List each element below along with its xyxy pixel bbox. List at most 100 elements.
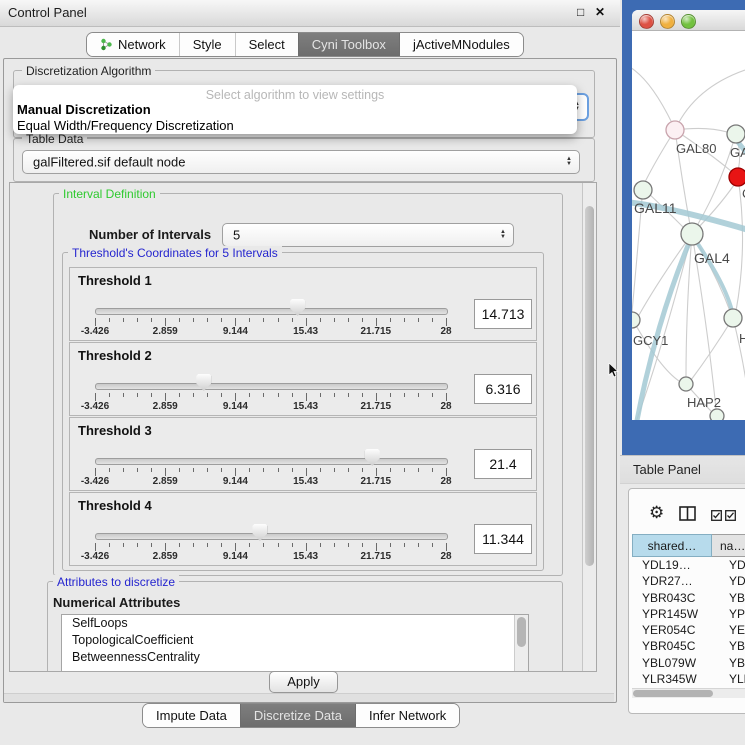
- tick-label: 2.859: [153, 401, 178, 412]
- attributes-group: Attributes to discretize Numerical Attri…: [47, 581, 563, 672]
- tick-mark: [446, 393, 447, 401]
- tick-mark: [292, 468, 293, 472]
- tick-mark: [165, 318, 166, 326]
- tick-mark: [292, 543, 293, 547]
- split-view-icon[interactable]: [679, 506, 696, 521]
- table-row[interactable]: YBR045CYBR045C: [632, 638, 745, 654]
- num-intervals-label: Number of Intervals: [89, 227, 211, 242]
- table-row[interactable]: YDR27…YDR27…: [632, 573, 745, 589]
- checkbox-icon[interactable]: [725, 510, 736, 521]
- column-header-shared-name[interactable]: shared…: [632, 534, 712, 557]
- table-row[interactable]: YDL19…YDL19…: [632, 557, 745, 573]
- table-row[interactable]: YPR145WYPR145W: [632, 606, 745, 622]
- num-intervals-combobox[interactable]: 5 ▲▼: [222, 223, 514, 247]
- tick-label: 2.859: [153, 326, 178, 337]
- apply-button[interactable]: Apply: [269, 671, 338, 693]
- threshold-value-field[interactable]: 14.713: [474, 299, 532, 329]
- tick-mark: [390, 543, 391, 547]
- node-gal4[interactable]: [681, 223, 703, 245]
- close-traffic-light[interactable]: [639, 14, 654, 29]
- network-canvas[interactable]: GAL80GACGAL11GAL4GCY1HHAP2: [632, 30, 745, 420]
- tick-mark: [95, 318, 96, 326]
- table-row[interactable]: YBL079WYBL079W: [632, 655, 745, 671]
- node-bottom[interactable]: [710, 409, 724, 420]
- attributes-list-scrollbar[interactable]: [514, 615, 528, 672]
- attribute-list-item[interactable]: SelfLoops: [62, 615, 528, 632]
- tick-label: 28: [440, 401, 451, 412]
- threshold-panel-3: Threshold 3-3.4262.8599.14415.4321.71528…: [69, 417, 537, 491]
- popup-option-manual-discretization[interactable]: Manual Discretization: [16, 102, 574, 117]
- tick-mark: [278, 543, 279, 547]
- tick-label: 9.144: [223, 551, 248, 562]
- popup-option-equal-width[interactable]: Equal Width/Frequency Discretization: [16, 118, 574, 133]
- tick-mark: [137, 468, 138, 472]
- tick-mark: [207, 318, 208, 322]
- network-edge[interactable]: [675, 70, 745, 130]
- gear-icon[interactable]: ⚙: [649, 503, 664, 523]
- table-horizontal-scrollbar[interactable]: [632, 688, 745, 698]
- threshold-value-field[interactable]: 21.4: [474, 449, 532, 479]
- tick-mark: [362, 393, 363, 397]
- tick-mark: [193, 318, 194, 322]
- bottom-tab-impute-data[interactable]: Impute Data: [143, 704, 240, 727]
- tick-label: 21.715: [361, 326, 392, 337]
- minimize-traffic-light[interactable]: [660, 14, 675, 29]
- tick-mark: [348, 318, 349, 322]
- tick-mark: [109, 393, 110, 397]
- bottom-tab-infer-network[interactable]: Infer Network: [355, 704, 459, 727]
- network-edge-highlighted[interactable]: [636, 236, 692, 420]
- node-gal80[interactable]: [666, 121, 684, 139]
- slider-track[interactable]: [95, 383, 448, 390]
- slider-track[interactable]: [95, 458, 448, 465]
- node-red[interactable]: [729, 168, 745, 186]
- settings-vertical-scrollbar[interactable]: [582, 183, 596, 671]
- tab-network[interactable]: Network: [87, 33, 179, 56]
- slider-track[interactable]: [95, 308, 448, 315]
- table-data-combobox[interactable]: galFiltered.sif default node ▲▼: [22, 150, 580, 174]
- close-window-icon[interactable]: ✕: [595, 5, 605, 19]
- tick-mark: [137, 393, 138, 397]
- combo-arrows-icon: ▲▼: [566, 157, 572, 167]
- node-top-right[interactable]: [727, 125, 745, 143]
- tab-label: Discretize Data: [254, 704, 342, 727]
- tab-label: Select: [249, 33, 285, 56]
- tick-mark: [207, 393, 208, 397]
- attribute-list-item[interactable]: TopologicalCoefficient: [62, 632, 528, 649]
- settings-scroll-viewport: Interval Definition Number of Intervals …: [9, 182, 597, 672]
- table-header-row: shared… na…: [632, 534, 745, 557]
- tab-cyni-toolbox[interactable]: Cyni Toolbox: [298, 33, 399, 56]
- tick-mark: [334, 318, 335, 322]
- slider-track[interactable]: [95, 533, 448, 540]
- tick-mark: [179, 318, 180, 322]
- threshold-label: Threshold 2: [78, 348, 152, 363]
- numerical-attributes-list[interactable]: SelfLoopsTopologicalCoefficientBetweenne…: [61, 614, 529, 672]
- table-row[interactable]: YBR043CYBR043C: [632, 590, 745, 606]
- tab-select[interactable]: Select: [235, 33, 298, 56]
- tick-mark: [193, 468, 194, 472]
- tick-mark: [235, 393, 236, 401]
- tick-mark: [263, 393, 264, 397]
- checkbox-icon[interactable]: [711, 510, 722, 521]
- node-hap2[interactable]: [679, 377, 693, 391]
- threshold-value-field[interactable]: 11.344: [474, 524, 532, 554]
- table-row[interactable]: YLR345WYLR345W: [632, 671, 745, 687]
- network-edge[interactable]: [632, 66, 672, 123]
- table-row[interactable]: YER054CYER054C: [632, 622, 745, 638]
- tick-mark: [432, 468, 433, 472]
- network-graph-icon: [100, 38, 113, 51]
- tab-style[interactable]: Style: [179, 33, 235, 56]
- bottom-tab-discretize-data[interactable]: Discretize Data: [240, 704, 355, 727]
- tick-label: 28: [440, 476, 451, 487]
- tab-label: Cyni Toolbox: [312, 33, 386, 56]
- column-header-name[interactable]: na…: [712, 534, 745, 557]
- node-gal11[interactable]: [634, 181, 652, 199]
- tick-mark: [263, 468, 264, 472]
- tab-jactivemnodules[interactable]: jActiveMNodules: [399, 33, 523, 56]
- tick-mark: [109, 468, 110, 472]
- attribute-list-item[interactable]: BetweennessCentrality: [62, 649, 528, 666]
- float-window-icon[interactable]: □: [577, 5, 584, 19]
- node-h[interactable]: [724, 309, 742, 327]
- cell-shared-name: YBL079W: [632, 655, 720, 671]
- threshold-value-field[interactable]: 6.316: [474, 374, 532, 404]
- zoom-traffic-light[interactable]: [681, 14, 696, 29]
